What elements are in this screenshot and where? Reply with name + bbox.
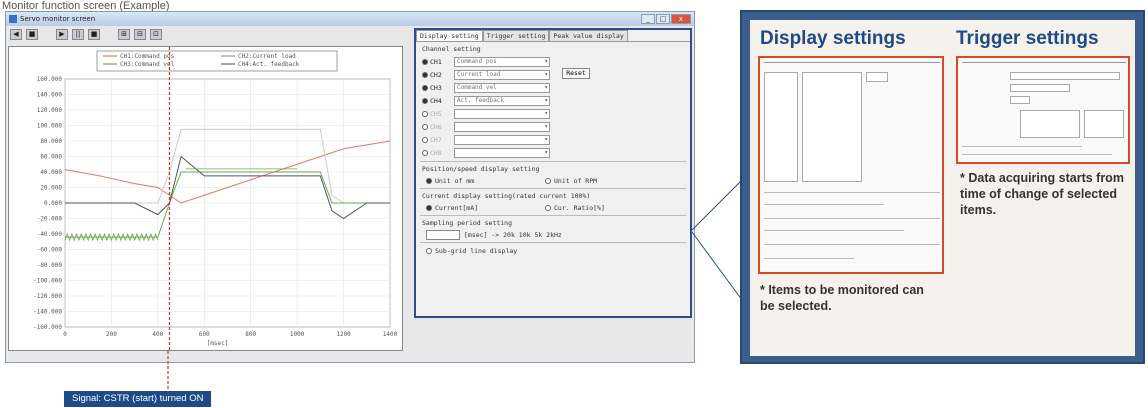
trigger-line-extension (167, 351, 169, 392)
